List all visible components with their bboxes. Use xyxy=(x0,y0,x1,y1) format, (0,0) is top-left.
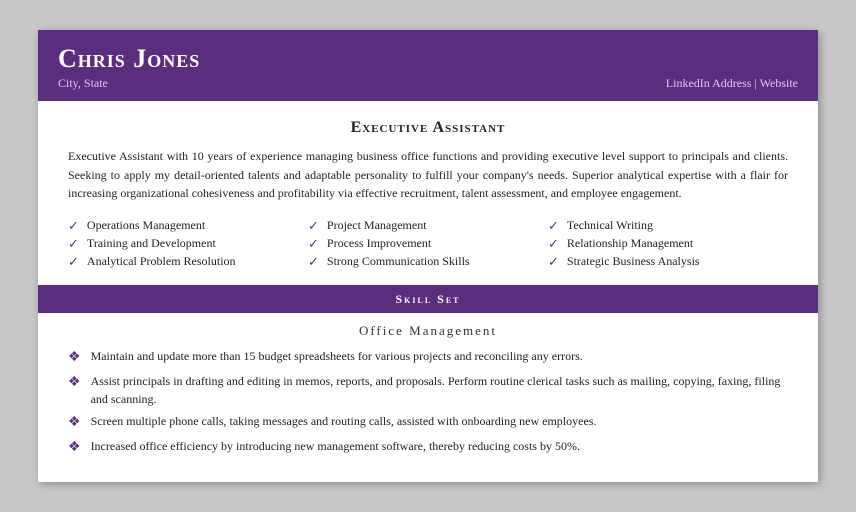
skill-label: Process Improvement xyxy=(327,236,431,251)
skill-label: Training and Development xyxy=(87,236,216,251)
resume-container: Chris Jones City, State LinkedIn Address… xyxy=(38,30,818,482)
bullet-text: Assist principals in drafting and editin… xyxy=(91,372,788,408)
skill-item: ✓ Strategic Business Analysis xyxy=(548,253,788,271)
bullet-list: ❖ Maintain and update more than 15 budge… xyxy=(68,347,788,458)
list-item: ❖ Increased office efficiency by introdu… xyxy=(68,437,788,458)
skills-col-1: ✓ Operations Management ✓ Training and D… xyxy=(68,217,308,271)
bullet-text: Increased office efficiency by introduci… xyxy=(91,437,580,455)
candidate-name: Chris Jones xyxy=(58,44,798,74)
office-management-title: Office Management xyxy=(68,323,788,339)
skill-item: ✓ Operations Management xyxy=(68,217,308,235)
skill-item: ✓ Training and Development xyxy=(68,235,308,253)
skills-grid: ✓ Operations Management ✓ Training and D… xyxy=(68,217,788,271)
header-bar: Chris Jones City, State LinkedIn Address… xyxy=(38,30,818,101)
check-icon: ✓ xyxy=(308,236,319,252)
skill-label: Strategic Business Analysis xyxy=(567,254,700,269)
check-icon: ✓ xyxy=(308,218,319,234)
skill-set-label: Skill Set xyxy=(395,292,460,306)
diamond-icon: ❖ xyxy=(68,412,81,433)
skill-item: ✓ Process Improvement xyxy=(308,235,548,253)
skill-label: Operations Management xyxy=(87,218,205,233)
check-icon: ✓ xyxy=(548,236,559,252)
check-icon: ✓ xyxy=(68,236,79,252)
skill-set-bar: Skill Set xyxy=(38,285,818,313)
check-icon: ✓ xyxy=(308,254,319,270)
skill-label: Technical Writing xyxy=(567,218,653,233)
bullet-text: Maintain and update more than 15 budget … xyxy=(91,347,583,365)
diamond-icon: ❖ xyxy=(68,437,81,458)
list-item: ❖ Screen multiple phone calls, taking me… xyxy=(68,412,788,433)
check-icon: ✓ xyxy=(68,218,79,234)
list-item: ❖ Assist principals in drafting and edit… xyxy=(68,372,788,408)
skill-item: ✓ Project Management xyxy=(308,217,548,235)
bullet-text: Screen multiple phone calls, taking mess… xyxy=(91,412,597,430)
list-item: ❖ Maintain and update more than 15 budge… xyxy=(68,347,788,368)
skill-label: Strong Communication Skills xyxy=(327,254,470,269)
skill-item: ✓ Analytical Problem Resolution xyxy=(68,253,308,271)
skill-label: Relationship Management xyxy=(567,236,693,251)
skill-item: ✓ Relationship Management xyxy=(548,235,788,253)
check-icon: ✓ xyxy=(68,254,79,270)
job-title: Executive Assistant xyxy=(68,119,788,137)
content-area: Executive Assistant Executive Assistant … xyxy=(38,101,818,482)
skill-label: Project Management xyxy=(327,218,427,233)
skills-col-3: ✓ Technical Writing ✓ Relationship Manag… xyxy=(548,217,788,271)
diamond-icon: ❖ xyxy=(68,372,81,393)
skill-label: Analytical Problem Resolution xyxy=(87,254,236,269)
candidate-links: LinkedIn Address | Website xyxy=(666,76,798,91)
skills-col-2: ✓ Project Management ✓ Process Improveme… xyxy=(308,217,548,271)
check-icon: ✓ xyxy=(548,218,559,234)
summary-text: Executive Assistant with 10 years of exp… xyxy=(68,147,788,203)
diamond-icon: ❖ xyxy=(68,347,81,368)
skill-item: ✓ Strong Communication Skills xyxy=(308,253,548,271)
check-icon: ✓ xyxy=(548,254,559,270)
skill-item: ✓ Technical Writing xyxy=(548,217,788,235)
